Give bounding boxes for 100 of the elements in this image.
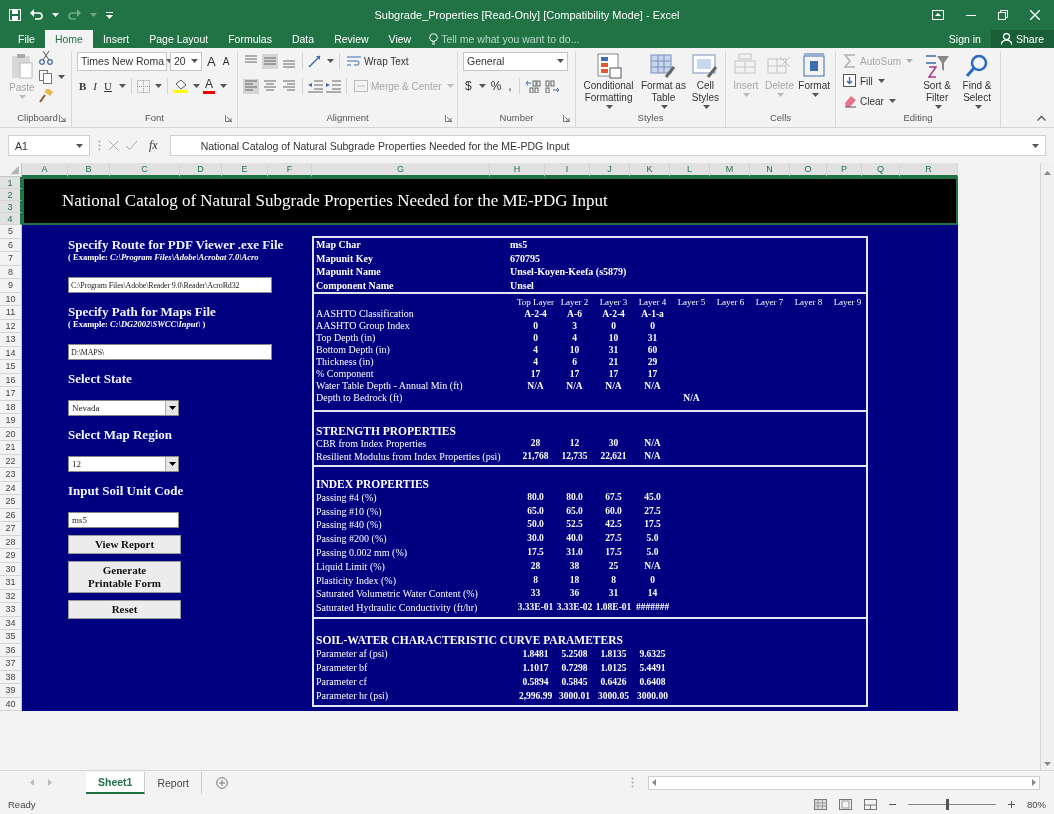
column-header[interactable]: M — [710, 163, 750, 177]
dialog-launcher-icon[interactable] — [59, 115, 66, 122]
form-button[interactable]: Reset — [68, 600, 181, 619]
sign-in-link[interactable]: Sign in — [938, 30, 991, 48]
ribbon-tab[interactable]: Formulas — [218, 30, 282, 48]
column-header[interactable]: D — [180, 163, 222, 177]
cell-styles-button[interactable]: Cell Styles — [690, 51, 720, 111]
collapse-ribbon-icon[interactable] — [1037, 115, 1046, 121]
fill-color-icon[interactable] — [172, 79, 188, 93]
caret-icon[interactable] — [606, 105, 614, 109]
column-header[interactable]: F — [268, 163, 312, 177]
caret-icon[interactable] — [934, 105, 942, 109]
font-name-field[interactable]: Times New Roma — [77, 51, 167, 71]
italic-button[interactable]: I — [91, 76, 99, 96]
column-header[interactable]: L — [670, 163, 710, 177]
dialog-launcher-icon[interactable] — [563, 115, 570, 122]
save-icon[interactable] — [9, 9, 21, 21]
code-field[interactable]: ms5 — [68, 512, 179, 528]
find-select-button[interactable]: Find & Select — [959, 51, 995, 111]
add-sheet-icon[interactable] — [215, 776, 228, 789]
increase-indent-icon[interactable] — [326, 79, 341, 93]
column-header[interactable]: P — [827, 163, 862, 177]
page-break-preview-icon[interactable] — [864, 799, 877, 810]
scroll-left-icon[interactable] — [652, 779, 656, 786]
row-header[interactable]: 1 — [0, 177, 22, 189]
cut-icon[interactable] — [38, 51, 53, 65]
caret-icon[interactable] — [811, 93, 819, 97]
caret-icon[interactable] — [702, 105, 710, 109]
conditional-formatting-button[interactable]: Conditional Formatting — [581, 51, 637, 111]
caret-icon[interactable] — [660, 105, 668, 109]
format-painter-icon[interactable] — [38, 89, 53, 103]
column-header[interactable]: E — [222, 163, 268, 177]
close-icon[interactable] — [1030, 10, 1040, 20]
column-header[interactable]: Q — [862, 163, 900, 177]
column-header[interactable]: J — [590, 163, 630, 177]
font-size-field[interactable]: 20 — [170, 51, 202, 71]
column-header[interactable]: I — [545, 163, 590, 177]
formula-field[interactable]: National Catalog of Natural Subgrade Properties Needed for the ME-PDG Input — [169, 135, 1046, 156]
caret-icon[interactable] — [877, 79, 885, 83]
form-button[interactable]: Generate Printable Form — [68, 561, 181, 593]
format-cells-button[interactable]: Format — [798, 51, 830, 111]
caret-icon[interactable] — [192, 84, 200, 88]
column-header[interactable]: C — [110, 163, 180, 177]
sort-filter-button[interactable]: Sort & Filter — [919, 51, 956, 111]
align-left-icon[interactable] — [243, 78, 259, 94]
sheet-tab[interactable]: Sheet1 — [86, 771, 146, 794]
ribbon-tab[interactable]: Insert — [92, 30, 140, 48]
ribbon-tab[interactable]: Review — [324, 30, 379, 48]
ribbon-tab[interactable]: Home — [44, 30, 93, 48]
vertical-scrollbar[interactable] — [1040, 163, 1054, 770]
scroll-right-icon[interactable] — [1032, 779, 1036, 786]
caret-icon[interactable] — [327, 59, 334, 63]
decrease-decimal-icon[interactable] — [543, 79, 560, 93]
page-layout-icon[interactable] — [839, 799, 852, 810]
orientation-icon[interactable] — [308, 54, 322, 68]
fill-button[interactable]: Fill — [841, 71, 916, 91]
font-color-button[interactable]: A — [202, 78, 215, 94]
caret-icon[interactable] — [888, 99, 896, 103]
caret-icon[interactable] — [168, 406, 176, 410]
ribbon-tab[interactable]: Data — [281, 30, 325, 48]
number-format-field[interactable]: General — [463, 51, 568, 71]
ribbon-tab[interactable]: Page Layout — [139, 30, 219, 48]
column-header[interactable]: G — [312, 163, 490, 177]
share-button[interactable]: Share — [990, 30, 1054, 48]
caret-icon[interactable] — [191, 59, 198, 63]
caret-icon[interactable] — [220, 84, 227, 88]
dropdown[interactable]: 12 — [68, 456, 179, 472]
caret-icon[interactable] — [974, 105, 982, 109]
zoom-level[interactable]: 80% — [1027, 799, 1046, 810]
row-header[interactable]: 3 — [0, 201, 22, 213]
middle-align-icon[interactable] — [262, 53, 278, 69]
dialog-launcher-icon[interactable] — [445, 115, 452, 122]
scroll-up-icon[interactable] — [1044, 171, 1051, 175]
column-header[interactable]: O — [790, 163, 827, 177]
format-as-table-button[interactable]: Format as Table — [640, 51, 687, 111]
copy-icon[interactable] — [38, 70, 53, 84]
name-box[interactable]: A1 — [8, 135, 90, 156]
zoom-out-icon[interactable] — [889, 801, 896, 808]
row-header[interactable]: 4 — [0, 213, 22, 225]
comma-button[interactable]: , — [506, 76, 514, 96]
column-header[interactable]: R — [900, 163, 958, 177]
zoom-in-icon[interactable] — [1008, 801, 1015, 808]
horizontal-scrollbar[interactable] — [648, 775, 1040, 790]
caret-icon[interactable] — [76, 143, 83, 148]
path-field[interactable]: D:\MAPS\ — [68, 344, 272, 360]
caret-icon[interactable] — [478, 84, 486, 88]
caret-icon[interactable] — [118, 84, 126, 88]
shrink-font-button[interactable]: A — [220, 51, 232, 71]
bold-button[interactable]: B — [77, 76, 89, 96]
insert-function-button[interactable]: fx — [145, 138, 162, 153]
clear-button[interactable]: Clear — [841, 91, 916, 111]
scroll-down-icon[interactable] — [1044, 762, 1051, 766]
ribbon-display-icon[interactable] — [932, 10, 944, 20]
caret-icon[interactable] — [57, 75, 65, 79]
percent-button[interactable]: % — [488, 76, 504, 96]
slider-thumb[interactable] — [945, 799, 949, 810]
dropdown[interactable]: Nevada — [68, 400, 179, 416]
customize-icon[interactable] — [106, 11, 113, 19]
decrease-indent-icon[interactable] — [308, 79, 323, 93]
caret-icon[interactable] — [1032, 143, 1039, 148]
